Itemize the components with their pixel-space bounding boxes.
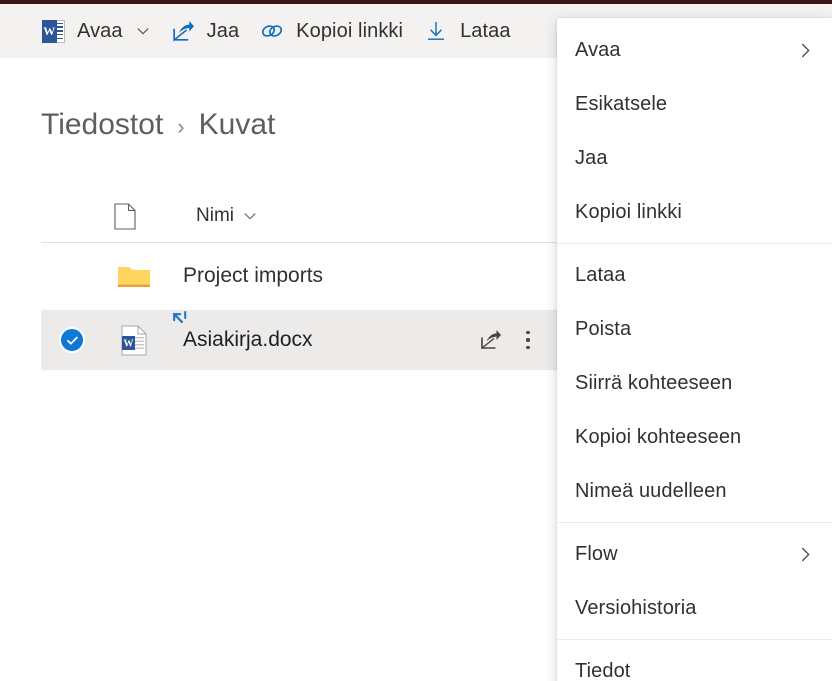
context-menu-item-kopioi-linkki[interactable]: Kopioi linkki <box>557 185 832 239</box>
chevron-right-icon <box>797 42 814 59</box>
context-menu-label: Kopioi linkki <box>575 200 682 223</box>
word-document-icon: W <box>121 325 147 356</box>
row-select-slot[interactable] <box>41 327 103 353</box>
breadcrumb-separator-icon: › <box>177 114 185 139</box>
table-row[interactable]: Project imports <box>41 246 557 306</box>
context-menu-label: Tiedot <box>575 659 631 681</box>
svg-text:W: W <box>124 338 134 349</box>
context-menu-item-avaa[interactable]: Avaa <box>557 23 832 77</box>
row-share-icon[interactable] <box>471 321 509 359</box>
chevron-down-icon <box>136 24 150 38</box>
download-icon <box>423 18 449 44</box>
row-name-file-label: Asiakirja.docx <box>183 328 313 351</box>
command-open-button[interactable]: W Avaa <box>30 11 160 51</box>
breadcrumb-item-kuvat[interactable]: Kuvat <box>199 108 276 142</box>
context-menu-item-siirra-kohteeseen[interactable]: Siirrä kohteeseen <box>557 356 832 410</box>
context-menu-item-versiohistoria[interactable]: Versiohistoria <box>557 581 832 635</box>
context-menu-item-lataa[interactable]: Lataa <box>557 248 832 302</box>
context-menu-item-nimea-uudelleen[interactable]: Nimeä uudelleen <box>557 464 832 518</box>
context-menu-item-flow[interactable]: Flow <box>557 527 832 581</box>
command-copy-link-label: Kopioi linkki <box>296 19 404 42</box>
command-download-label: Lataa <box>460 19 511 42</box>
chevron-down-icon <box>243 209 257 223</box>
context-menu-item-kopioi-kohteeseen[interactable]: Kopioi kohteeseen <box>557 410 832 464</box>
row-actions <box>471 321 557 359</box>
context-menu-label: Jaa <box>575 146 608 169</box>
context-menu-label: Avaa <box>575 38 621 61</box>
chevron-right-icon <box>797 546 814 563</box>
row-name-file[interactable]: Asiakirja.docx <box>172 311 313 352</box>
column-header-name[interactable]: Nimi <box>196 205 257 227</box>
context-menu-item-esikatsele[interactable]: Esikatsele <box>557 77 832 131</box>
folder-icon <box>117 263 151 290</box>
context-menu: Avaa Esikatsele Jaa Kopioi linkki Lataa … <box>557 18 832 681</box>
context-menu-label: Lataa <box>575 263 626 286</box>
breadcrumb: Tiedostot › Kuvat <box>41 108 275 142</box>
checkbox-checked-icon[interactable] <box>59 327 85 353</box>
command-share-label: Jaa <box>206 19 240 42</box>
context-menu-item-tiedot[interactable]: Tiedot <box>557 644 832 681</box>
command-open-label: Avaa <box>77 19 123 42</box>
context-menu-label: Kopioi kohteeseen <box>575 425 742 448</box>
context-menu-label: Esikatsele <box>575 92 668 115</box>
breadcrumb-item-tiedostot[interactable]: Tiedostot <box>41 108 163 142</box>
context-menu-label: Versiohistoria <box>575 596 697 619</box>
row-more-options-icon[interactable] <box>509 321 547 359</box>
document-type-icon[interactable] <box>114 202 136 230</box>
row-icon-slot <box>103 263 165 290</box>
row-name-folder[interactable]: Project imports <box>183 264 323 288</box>
context-menu-divider <box>557 243 832 244</box>
context-menu-divider <box>557 639 832 640</box>
command-share-button[interactable]: Jaa <box>160 11 250 51</box>
context-menu-label: Flow <box>575 542 618 565</box>
context-menu-label: Poista <box>575 317 632 340</box>
context-menu-divider <box>557 522 832 523</box>
table-row-selected[interactable]: W Asiakirja.docx <box>41 310 557 370</box>
command-copy-link-button[interactable]: Kopioi linkki <box>249 11 413 51</box>
context-menu-label: Nimeä uudelleen <box>575 479 727 502</box>
command-download-button[interactable]: Lataa <box>413 11 521 51</box>
list-column-header: Nimi <box>41 190 557 242</box>
context-menu-label: Siirrä kohteeseen <box>575 371 733 394</box>
list-header-divider <box>41 242 557 243</box>
column-header-name-label: Nimi <box>196 205 234 226</box>
click-indicator-icon <box>171 310 193 330</box>
share-icon <box>170 18 196 44</box>
context-menu-item-poista[interactable]: Poista <box>557 302 832 356</box>
row-icon-slot: W <box>103 325 165 356</box>
context-menu-item-jaa[interactable]: Jaa <box>557 131 832 185</box>
word-icon: W <box>40 18 66 44</box>
file-browser-page: W Avaa Jaa Kopioi linkki Lataa Tiedostot… <box>0 0 832 681</box>
link-icon <box>259 18 285 44</box>
